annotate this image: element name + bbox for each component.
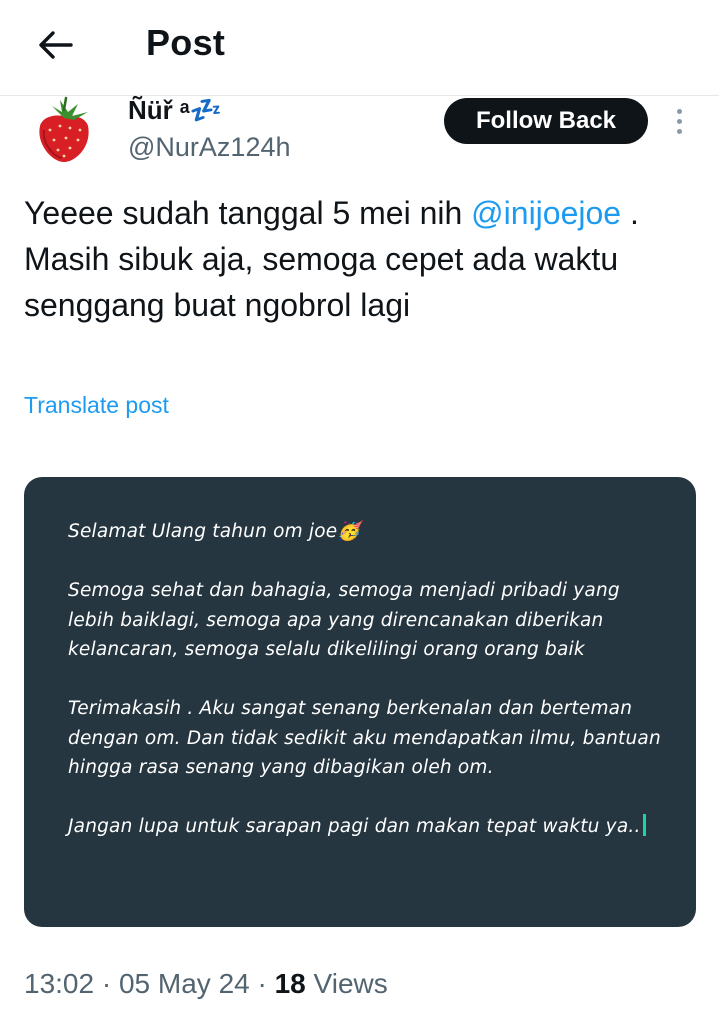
more-vertical-icon: [676, 108, 682, 114]
post-date: 05 May 24: [118, 968, 250, 999]
views-label: Views: [313, 968, 388, 999]
translate-post-link[interactable]: Translate post: [24, 392, 169, 419]
image-note-text: Selamat Ulang tahun om joe🥳 Semoga sehat…: [68, 517, 668, 871]
note-paragraph-last: Jangan lupa untuk sarapan pagi dan makan…: [68, 812, 668, 842]
author-display-name[interactable]: Ñüř ᵃ💤: [128, 96, 222, 124]
note-paragraph-text: Jangan lupa untuk sarapan pagi dan makan…: [68, 816, 641, 837]
more-vertical-icon: [676, 128, 682, 134]
page-title: Post: [146, 22, 226, 63]
text-cursor: [642, 814, 646, 836]
attached-image[interactable]: Selamat Ulang tahun om joe🥳 Semoga sehat…: [24, 477, 696, 927]
post-time: 13:02: [24, 968, 95, 999]
tweet-text-part: Yeeee sudah tanggal 5 mei nih: [24, 195, 472, 231]
mention-link[interactable]: @inijoejoe: [471, 195, 621, 231]
tweet-text: Yeeee sudah tanggal 5 mei nih @inijoejoe…: [24, 190, 694, 328]
meta-separator: ·: [257, 968, 275, 999]
note-paragraph: Terimakasih . Aku sangat senang berkenal…: [68, 698, 661, 778]
strawberry-avatar: [39, 96, 89, 162]
post-meta: 13:02 · 05 May 24 · 18 Views: [24, 968, 388, 1000]
avatar[interactable]: [30, 96, 104, 166]
note-line: Selamat Ulang tahun om joe🥳: [68, 521, 361, 542]
note-paragraph: Semoga sehat dan bahagia, semoga menjadi…: [68, 580, 620, 660]
more-vertical-icon: [676, 118, 682, 124]
follow-back-button[interactable]: Follow Back: [444, 98, 648, 144]
author-handle[interactable]: @NurAz124h: [128, 132, 291, 163]
top-bar: Post: [0, 0, 719, 96]
more-options-button[interactable]: [666, 104, 692, 138]
arrow-left-icon: [39, 31, 73, 59]
views-count: 18: [274, 968, 306, 999]
meta-separator: ·: [101, 968, 119, 999]
back-button[interactable]: [30, 22, 80, 68]
